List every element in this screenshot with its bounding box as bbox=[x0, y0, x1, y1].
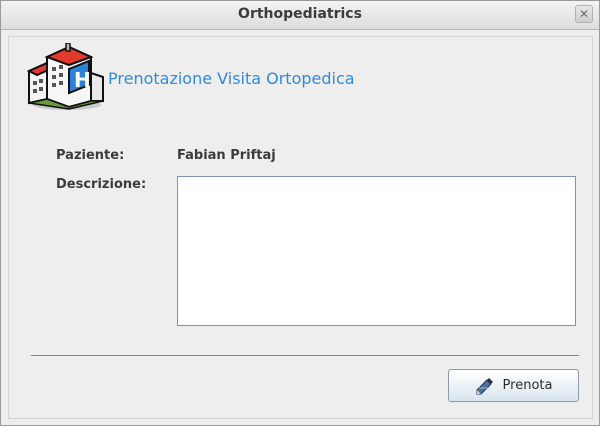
patient-name: Fabian Priftaj bbox=[177, 148, 276, 163]
description-textarea[interactable] bbox=[177, 176, 576, 326]
prenota-button-label: Prenota bbox=[502, 378, 553, 393]
close-button[interactable]: ✕ bbox=[575, 5, 593, 23]
patient-label: Paziente: bbox=[56, 148, 125, 163]
close-icon: ✕ bbox=[578, 7, 590, 21]
page-heading: Prenotazione Visita Ortopedica bbox=[108, 69, 355, 88]
title-bar[interactable]: Orthopediatrics ✕ bbox=[1, 1, 599, 30]
separator bbox=[31, 355, 579, 356]
pen-icon bbox=[476, 377, 493, 394]
svg-text:H: H bbox=[74, 68, 91, 92]
prenota-button[interactable]: Prenota bbox=[448, 369, 579, 402]
window-title: Orthopediatrics bbox=[238, 6, 362, 22]
description-label: Descrizione: bbox=[56, 177, 147, 192]
dialog-window: Orthopediatrics ✕ H Prenotazione Visita … bbox=[0, 0, 600, 426]
hospital-icon: H bbox=[26, 43, 104, 110]
content-panel: H Prenotazione Visita Ortopedica Pazient… bbox=[8, 36, 593, 419]
